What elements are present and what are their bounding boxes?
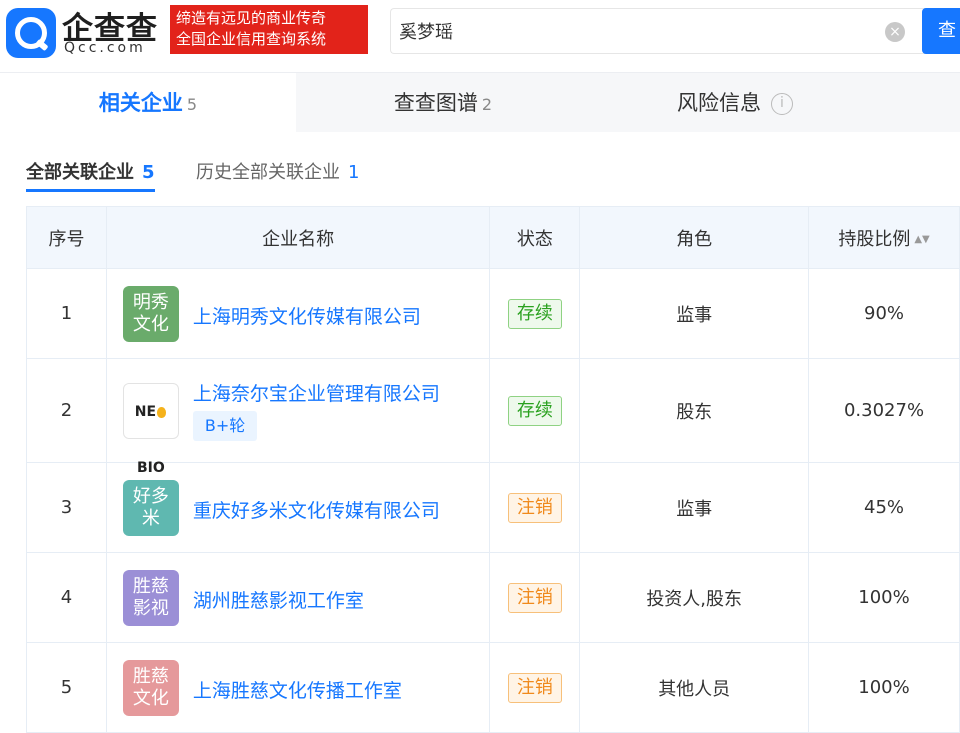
company-avatar[interactable]: 胜慈文化 <box>122 660 179 716</box>
tab-count: 5 <box>186 95 198 114</box>
company-name-link[interactable]: 湖州胜慈影视工作室 <box>193 586 364 613</box>
table-row: 1 明秀文化 上海明秀文化传媒有限公司 存续 监事 90% <box>26 268 960 359</box>
share-cell: 45% <box>808 462 960 553</box>
company-name-link[interactable]: 上海明秀文化传媒有限公司 <box>193 302 421 329</box>
row-no: 5 <box>26 642 107 733</box>
header-no: 序号 <box>26 206 107 269</box>
status-cell: 存续 <box>489 358 581 463</box>
status-badge: 存续 <box>507 395 562 426</box>
role-cell: 其他人员 <box>579 642 810 733</box>
status-cell: 存续 <box>489 268 581 359</box>
company-name-link[interactable]: 上海胜慈文化传播工作室 <box>193 676 402 703</box>
tab-bar: 相关企业 5 查查图谱 2 风险信息 i <box>0 72 960 133</box>
share-cell: 0.3027% <box>808 358 960 463</box>
role-cell: 股东 <box>579 358 810 463</box>
header-share-label: 持股比例 <box>838 228 911 250</box>
company-cell: 胜慈文化 上海胜慈文化传播工作室 <box>106 642 491 733</box>
share-cell: 90% <box>808 268 960 359</box>
table-header-row: 序号 企业名称 状态 角色 持股比例 ▲▼ <box>26 206 960 269</box>
info-icon[interactable]: i <box>771 93 793 115</box>
company-name-link[interactable]: 上海奈尔宝企业管理有限公司 <box>193 379 440 406</box>
qcc-logo-icon[interactable] <box>6 8 56 58</box>
status-badge: 注销 <box>507 492 562 523</box>
role-cell: 投资人,股东 <box>579 552 810 643</box>
slogan-banner: 缔造有远见的商业传奇 全国企业信用查询系统 <box>170 5 368 54</box>
tab-related-companies[interactable]: 相关企业 5 <box>0 73 296 133</box>
company-avatar[interactable]: 胜慈影视 <box>122 570 179 626</box>
funding-round-tag[interactable]: B+轮 <box>192 411 258 441</box>
row-no: 2 <box>26 358 107 463</box>
status-badge: 存续 <box>507 298 562 329</box>
avatar-text: 明秀文化 <box>132 292 169 335</box>
status-badge: 注销 <box>507 582 562 613</box>
tab-risk-info[interactable]: 风险信息 i <box>590 73 880 133</box>
tab-label: 查查图谱 <box>393 91 478 115</box>
table-row: 2 NEBIO 上海奈尔宝企业管理有限公司 B+轮 存续 股东 0.3027% <box>26 358 960 476</box>
share-cell: 100% <box>808 642 960 733</box>
company-cell: NEBIO 上海奈尔宝企业管理有限公司 B+轮 <box>106 358 491 476</box>
tab-label: 风险信息 <box>677 91 761 115</box>
subtab-count: 5 <box>142 162 155 183</box>
status-cell: 注销 <box>489 462 581 553</box>
subtab-all-related[interactable]: 全部关联企业 5 <box>26 158 155 192</box>
search-button[interactable]: 查 <box>922 8 960 54</box>
table-row: 5 胜慈文化 上海胜慈文化传播工作室 注销 其他人员 100% <box>26 642 960 733</box>
logo-domain: Qcc.com <box>64 40 146 56</box>
company-cell: 明秀文化 上海明秀文化传媒有限公司 <box>106 268 491 359</box>
row-no: 1 <box>26 268 107 359</box>
role-cell: 监事 <box>579 268 810 359</box>
subtab-count: 1 <box>348 162 360 183</box>
header-status: 状态 <box>489 206 581 269</box>
status-cell: 注销 <box>489 552 581 643</box>
subtab-history-related[interactable]: 历史全部关联企业 1 <box>196 158 359 192</box>
status-badge: 注销 <box>507 672 562 703</box>
search-input[interactable] <box>399 17 869 45</box>
avatar-text: 好多米 <box>132 486 169 529</box>
header-name: 企业名称 <box>106 206 491 269</box>
role-cell: 监事 <box>579 462 810 553</box>
slogan-line-1: 缔造有远见的商业传奇 <box>176 9 327 27</box>
company-name-link[interactable]: 重庆好多米文化传媒有限公司 <box>193 496 440 523</box>
tab-label: 相关企业 <box>98 91 183 115</box>
tab-count: 2 <box>481 95 493 114</box>
slogan-line-2: 全国企业信用查询系统 <box>176 30 327 48</box>
company-cell: 胜慈影视 湖州胜慈影视工作室 <box>106 552 491 643</box>
neobio-logo[interactable]: NEBIO <box>122 383 179 476</box>
logo-tail <box>35 38 49 52</box>
share-cell: 100% <box>808 552 960 643</box>
subtab-label: 全部关联企业 <box>26 162 134 183</box>
clear-icon[interactable]: × <box>885 22 905 42</box>
header-role: 角色 <box>579 206 810 269</box>
related-companies-table: 序号 企业名称 状态 角色 持股比例 ▲▼ 1 明秀文化 上海明秀文化传媒有限公司… <box>26 206 960 733</box>
company-avatar[interactable]: 明秀文化 <box>122 286 179 342</box>
subtab-label: 历史全部关联企业 <box>196 162 340 183</box>
company-cell: 好多米 重庆好多米文化传媒有限公司 <box>106 462 491 553</box>
neobio-logo-dot <box>157 406 167 418</box>
avatar-text: 胜慈文化 <box>132 666 169 709</box>
company-avatar[interactable]: 好多米 <box>122 480 179 536</box>
table-row: 3 好多米 重庆好多米文化传媒有限公司 注销 监事 45% <box>26 462 960 553</box>
search-box: × <box>390 8 930 54</box>
table-row: 4 胜慈影视 湖州胜慈影视工作室 注销 投资人,股东 100% <box>26 552 960 643</box>
row-no: 4 <box>26 552 107 643</box>
status-cell: 注销 <box>489 642 581 733</box>
header-share[interactable]: 持股比例 ▲▼ <box>808 206 960 269</box>
sort-icon[interactable]: ▲▼ <box>914 234 929 244</box>
avatar-text: 胜慈影视 <box>132 576 169 619</box>
row-no: 3 <box>26 462 107 553</box>
header: 企查查 Qcc.com 缔造有远见的商业传奇 全国企业信用查询系统 × 查 <box>0 0 960 72</box>
tab-graph[interactable]: 查查图谱 2 <box>296 73 590 133</box>
